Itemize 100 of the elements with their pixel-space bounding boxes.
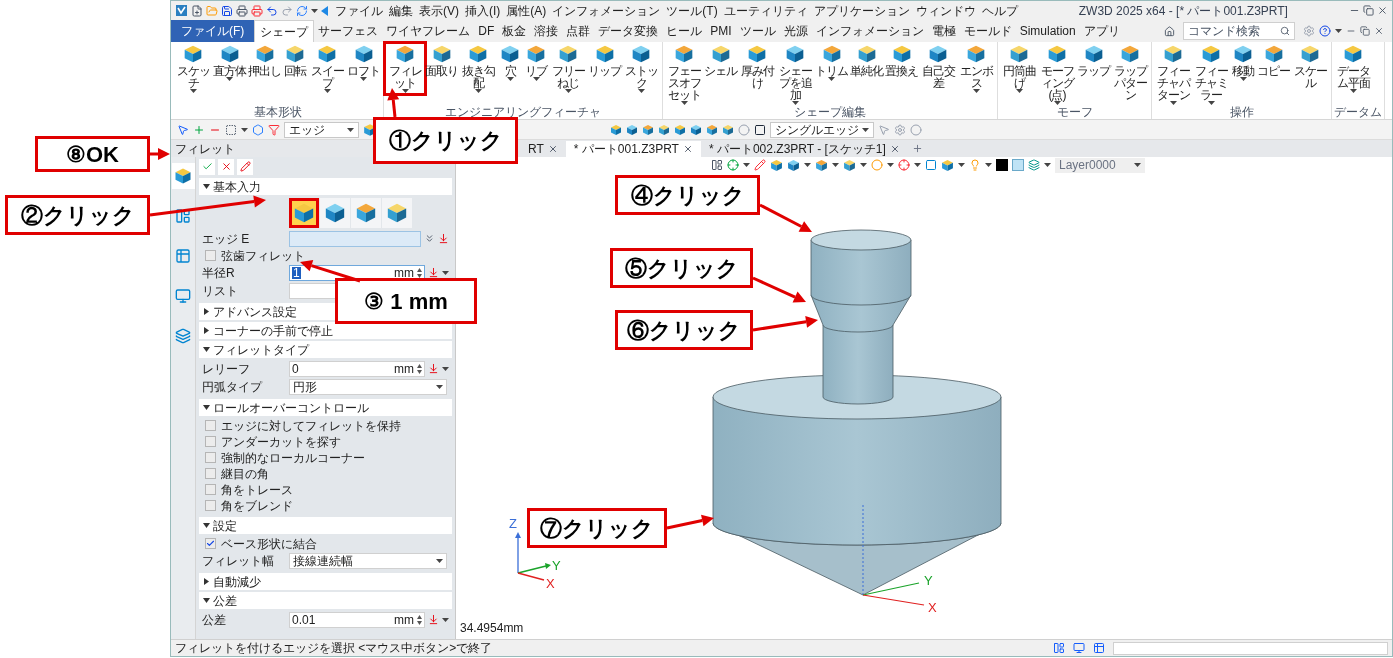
selection-field[interactable]	[289, 230, 421, 247]
ribbon-tab[interactable]: シェープ	[254, 20, 315, 42]
menu-item[interactable]: 編集	[389, 4, 413, 17]
ribbon-tab[interactable]: ヒール	[662, 20, 707, 42]
ribbon-tab[interactable]: 板金	[498, 20, 531, 42]
table-icon[interactable]	[1093, 642, 1105, 654]
help-icon[interactable]	[1319, 25, 1331, 37]
section-header[interactable]: ロールオーバーコントロール	[199, 399, 452, 416]
ribbon-command[interactable]: シェル	[703, 44, 738, 77]
ribbon-command[interactable]: モーフィング(点)	[1038, 44, 1076, 105]
ribbon-command[interactable]: フィーチャパターン	[1154, 44, 1192, 105]
checkbox[interactable]	[205, 500, 216, 511]
ribbon-command[interactable]: スケール	[1291, 44, 1329, 89]
ribbon-command[interactable]: トリム	[814, 44, 849, 81]
new-tab-icon[interactable]	[911, 143, 923, 154]
menu-item[interactable]: ユーティリティ	[723, 4, 808, 17]
menu-item[interactable]: ファイル	[335, 4, 383, 17]
ribbon-command[interactable]: リップ	[587, 44, 622, 77]
ribbon-tab[interactable]: DF	[474, 20, 499, 42]
ribbon-command[interactable]: 穴	[497, 44, 523, 81]
section-header[interactable]: 設定	[199, 517, 452, 534]
ribbon-command[interactable]: ラップパターン	[1111, 44, 1149, 101]
menu-item[interactable]: ツール(T)	[666, 4, 718, 17]
ribbon-command[interactable]: 回転	[282, 44, 308, 77]
checkbox[interactable]	[205, 436, 216, 447]
ribbon-command[interactable]: ストック	[622, 44, 660, 93]
document-tab[interactable]: * パート001.Z3PRT	[565, 141, 701, 157]
restore-icon[interactable]	[1360, 26, 1370, 36]
ribbon-tab[interactable]: ワイヤフレーム	[382, 20, 475, 42]
section-header[interactable]: 公差	[199, 592, 452, 609]
spinner-icon[interactable]	[417, 267, 422, 278]
filter-icon[interactable]	[268, 123, 280, 136]
ribbon-command[interactable]: 自己交差	[919, 44, 957, 89]
pointer-icon[interactable]	[177, 123, 189, 136]
ribbon-command[interactable]: リブ	[523, 44, 549, 81]
printer-icon[interactable]	[251, 4, 263, 17]
section-header[interactable]: 自動減少	[199, 573, 452, 590]
ribbon-tab[interactable]: ツール	[735, 20, 780, 42]
layout-icon[interactable]	[1053, 642, 1065, 654]
cancel-button[interactable]	[218, 158, 234, 175]
ribbon-command[interactable]: フェースオフセット	[665, 44, 703, 105]
plus-icon[interactable]	[193, 123, 205, 136]
spinner-icon[interactable]	[417, 614, 422, 625]
selection-box-icon[interactable]	[225, 123, 237, 136]
ribbon-command[interactable]: 厚み付け	[738, 44, 776, 89]
ribbon-command[interactable]: スイープ	[308, 44, 346, 93]
number-field[interactable]: 0 mm	[289, 360, 425, 377]
pick-mode-dropdown[interactable]: シングルエッジ	[770, 121, 874, 138]
section-header[interactable]: コーナーの手前で停止	[199, 322, 452, 339]
checkbox[interactable]	[205, 250, 216, 261]
ribbon-tab[interactable]: インフォメーション	[811, 20, 928, 42]
pin-icon[interactable]	[428, 267, 439, 278]
home-icon[interactable]	[1164, 25, 1175, 37]
menu-item[interactable]: ヘルプ	[981, 4, 1018, 17]
square-icon[interactable]	[754, 123, 766, 136]
pin-icon[interactable]	[428, 614, 439, 625]
fillet-type-button[interactable]	[320, 198, 350, 228]
checkbox[interactable]	[205, 484, 216, 495]
ribbon-command[interactable]: コピー	[1256, 44, 1291, 77]
menu-item[interactable]: アプリケーション	[813, 4, 910, 17]
ribbon-command[interactable]: 移動	[1230, 44, 1256, 81]
ribbon-command[interactable]: 単純化	[849, 44, 884, 77]
gear-icon[interactable]	[894, 123, 906, 136]
ribbon-command[interactable]: データム平面	[1334, 44, 1372, 93]
ribbon-command[interactable]: 置換え	[884, 44, 919, 77]
restore-icon[interactable]	[1363, 5, 1374, 16]
settings-icon[interactable]	[1303, 25, 1315, 37]
ribbon-command[interactable]: フィレット	[386, 44, 424, 93]
menu-item[interactable]: 属性(A)	[506, 4, 547, 17]
ribbon-command[interactable]: フリーねじ	[549, 44, 587, 93]
pin-icon[interactable]	[438, 233, 449, 244]
pointer-icon[interactable]	[878, 123, 890, 136]
menu-item[interactable]: ウィンドウ	[915, 4, 976, 17]
ribbon-tab[interactable]: 点群	[562, 20, 595, 42]
checkbox[interactable]	[205, 538, 216, 549]
ribbon-tab[interactable]: データ変換	[594, 20, 663, 42]
ribbon-tab[interactable]: PMI	[706, 20, 736, 42]
ribbon-command[interactable]: シェープを追加	[776, 44, 814, 105]
monitor-icon[interactable]	[1073, 642, 1085, 654]
layer-dropdown[interactable]: Layer0000	[1055, 157, 1145, 173]
ribbon-tab[interactable]: アプリ	[1079, 20, 1124, 42]
ribbon-tab[interactable]: ファイル(F)	[171, 20, 255, 42]
filter-dropdown[interactable]: エッジ	[284, 121, 359, 138]
crosshair-icon[interactable]	[727, 159, 739, 171]
color-swatch[interactable]	[996, 159, 1008, 171]
ribbon-tab[interactable]: 光源	[779, 20, 812, 42]
close-icon[interactable]	[1374, 26, 1384, 36]
ok-button[interactable]	[199, 158, 215, 175]
printer-icon[interactable]	[236, 4, 248, 17]
ribbon-command[interactable]: 直方体	[212, 44, 247, 81]
close-icon[interactable]	[1377, 5, 1388, 16]
ribbon-tab[interactable]: サーフェス	[314, 20, 383, 42]
fillet-type-button[interactable]	[289, 198, 319, 228]
ribbon-tab[interactable]: モールド	[959, 20, 1016, 42]
color-swatch[interactable]	[1012, 159, 1024, 171]
fillet-type-button[interactable]	[351, 198, 381, 228]
ribbon-command[interactable]: ロフト	[346, 44, 381, 81]
ribbon-command[interactable]: 抜き勾配	[459, 44, 497, 93]
ribbon-command[interactable]: スケッチ	[174, 44, 212, 93]
ribbon-command[interactable]: ラップ	[1076, 44, 1111, 77]
